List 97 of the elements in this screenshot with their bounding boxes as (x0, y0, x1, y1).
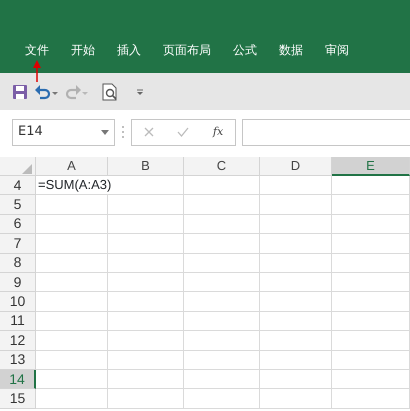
grip-icon (121, 125, 125, 139)
table-cell[interactable] (260, 370, 332, 390)
table-cell[interactable] (332, 234, 410, 254)
column-header[interactable]: C (184, 157, 260, 176)
table-cell[interactable] (184, 370, 260, 390)
ribbon-tab[interactable]: 开始 (60, 40, 106, 60)
table-cell[interactable] (260, 254, 332, 273)
row-header[interactable]: 4 (0, 176, 36, 196)
row-header[interactable]: 12 (0, 331, 36, 351)
column-header[interactable]: B (108, 157, 184, 176)
table-cell[interactable] (332, 312, 410, 332)
row-header[interactable]: 8 (0, 254, 36, 273)
row-header[interactable]: 10 (0, 292, 36, 312)
table-cell[interactable] (184, 272, 260, 292)
table-cell[interactable] (332, 370, 410, 390)
table-cell[interactable] (260, 176, 332, 196)
ribbon-tab[interactable]: 页面布局 (152, 40, 222, 60)
table-cell[interactable] (184, 331, 260, 351)
table-cell[interactable] (184, 292, 260, 312)
name-box[interactable]: E14 (12, 118, 115, 146)
table-cell[interactable] (184, 214, 260, 234)
table-cell[interactable] (36, 272, 108, 292)
table-cell[interactable] (332, 331, 410, 351)
table-cell[interactable] (332, 254, 410, 273)
table-cell[interactable] (184, 176, 260, 196)
insert-function-button[interactable]: fx (212, 124, 224, 140)
table-cell[interactable] (36, 312, 108, 332)
table-cell[interactable] (108, 195, 184, 215)
table-cell[interactable] (108, 331, 184, 351)
column-header[interactable]: D (260, 157, 332, 176)
table-cell[interactable] (36, 292, 108, 312)
table-cell[interactable] (332, 195, 410, 215)
table-cell[interactable] (332, 272, 410, 292)
table-cell[interactable] (36, 234, 108, 254)
table-cell[interactable] (36, 254, 108, 273)
row-header[interactable]: 9 (0, 272, 36, 292)
annotation-arrow (32, 60, 42, 82)
customize-icon[interactable] (134, 86, 146, 96)
table-cell[interactable] (184, 254, 260, 273)
table-cell[interactable] (184, 312, 260, 332)
table-cell[interactable] (184, 389, 260, 409)
table-cell[interactable] (332, 176, 410, 196)
table-cell[interactable] (108, 254, 184, 273)
table-cell[interactable] (260, 195, 332, 215)
undo-icon[interactable] (34, 84, 58, 100)
table-cell[interactable] (260, 292, 332, 312)
save-icon[interactable] (12, 84, 28, 100)
table-cell[interactable] (184, 195, 260, 215)
table-cell[interactable] (260, 389, 332, 409)
table-cell[interactable] (184, 234, 260, 254)
table-cell[interactable] (332, 214, 410, 234)
caret-icon[interactable] (101, 130, 109, 134)
check-icon[interactable] (177, 127, 190, 137)
table-cell[interactable] (260, 234, 332, 254)
row-header[interactable]: 5 (0, 195, 36, 215)
table-cell[interactable] (36, 214, 108, 234)
ribbon-tab[interactable]: 公式 (222, 40, 268, 60)
table-cell[interactable] (36, 350, 108, 370)
table-cell[interactable] (260, 350, 332, 370)
table-cell[interactable] (332, 292, 410, 312)
row-header[interactable]: 6 (0, 214, 36, 234)
row-header[interactable]: 13 (0, 350, 36, 370)
table-cell[interactable] (108, 312, 184, 332)
ribbon-tab[interactable]: 文件 (14, 40, 60, 60)
table-cell[interactable] (36, 195, 108, 215)
table-cell[interactable] (332, 389, 410, 409)
table-cell[interactable] (36, 331, 108, 351)
ribbon-tab[interactable]: 插入 (106, 40, 152, 60)
row-header[interactable]: 11 (0, 312, 36, 332)
table-cell[interactable] (260, 272, 332, 292)
table-cell[interactable] (184, 350, 260, 370)
table-cell[interactable] (36, 370, 108, 390)
table-cell[interactable] (108, 234, 184, 254)
ribbon-tab[interactable]: 审阅 (314, 40, 360, 60)
table-cell[interactable] (260, 312, 332, 332)
row-header[interactable]: 15 (0, 389, 36, 409)
print-preview-icon[interactable] (102, 82, 118, 100)
cancel-icon[interactable] (144, 127, 154, 137)
table-cell[interactable] (260, 214, 332, 234)
table-cell[interactable] (108, 292, 184, 312)
table-cell[interactable]: =SUM(A:A3) (36, 176, 184, 196)
triangle-icon (22, 164, 32, 174)
select-all-corner[interactable] (0, 157, 36, 176)
table-cell[interactable] (108, 389, 184, 409)
row-header[interactable]: 7 (0, 234, 36, 254)
column-header[interactable]: E (332, 157, 410, 176)
table-cell[interactable] (332, 350, 410, 370)
table-cell[interactable] (108, 370, 184, 390)
table-cell[interactable] (36, 389, 108, 409)
table-cell[interactable] (108, 214, 184, 234)
column-header[interactable]: A (36, 157, 108, 176)
table-cell[interactable] (108, 272, 184, 292)
table-cell[interactable] (108, 350, 184, 370)
table-cell[interactable] (260, 331, 332, 351)
row-header[interactable]: 14 (0, 370, 36, 390)
ribbon-tab[interactable]: 数据 (268, 40, 314, 60)
formula-input[interactable] (242, 118, 410, 146)
